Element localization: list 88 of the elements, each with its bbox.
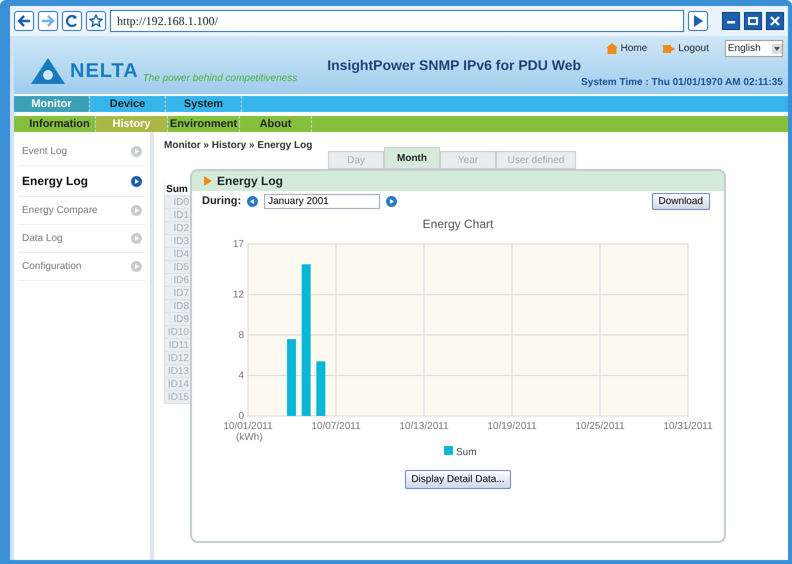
y-tick-label: 17: [232, 239, 244, 250]
id-tab[interactable]: ID14: [164, 378, 192, 391]
minimize-button[interactable]: [722, 12, 740, 30]
sidebar-item[interactable]: Energy Log: [18, 166, 146, 197]
sidebar-item[interactable]: Configuration: [18, 253, 146, 281]
id-tab[interactable]: ID12: [164, 352, 192, 365]
left-arrow-icon: [17, 15, 31, 27]
previous-icon[interactable]: [247, 196, 258, 207]
id-tab[interactable]: ID7: [164, 287, 192, 300]
id-tab[interactable]: ID0: [164, 196, 192, 209]
sidebar-item[interactable]: Energy Compare: [18, 197, 146, 225]
during-label: During:: [202, 194, 242, 210]
system-time: System Time : Thu 01/01/1970 AM 02:11:35: [581, 76, 783, 90]
arrow-circle-icon: [131, 205, 142, 216]
arrow-circle-icon: [131, 176, 142, 186]
tagline: The power behind competitiveness: [142, 72, 298, 86]
caret-icon: [772, 44, 782, 54]
breadcrumb: Monitor » History » Energy Log: [164, 139, 314, 153]
x-tick-label: 10/31/2011: [663, 421, 713, 432]
menu-tab[interactable]: Monitor: [14, 96, 90, 112]
sidebar-item[interactable]: Data Log: [18, 225, 146, 253]
language-dropdown[interactable]: English: [724, 40, 783, 57]
download-button[interactable]: Download: [652, 193, 710, 210]
id-tab[interactable]: ID2: [164, 222, 192, 235]
page-title: InsightPower SNMP IPv6 for PDU Web: [327, 56, 582, 75]
x-tick-label: 10/07/2011: [311, 421, 361, 432]
menu-tab[interactable]: System: [166, 96, 242, 112]
home-link[interactable]: Home: [606, 41, 648, 56]
favorite-button[interactable]: [86, 11, 106, 31]
id-tab[interactable]: Sum: [164, 183, 192, 196]
id-tab[interactable]: ID13: [164, 365, 192, 378]
refresh-icon: [66, 15, 78, 27]
maximize-button[interactable]: [744, 12, 762, 30]
house-icon: [606, 43, 618, 54]
maximize-icon: [747, 15, 759, 27]
arrow-circle-icon: [131, 261, 142, 272]
y-tick-label: 4: [238, 370, 244, 382]
next-icon[interactable]: [386, 196, 398, 207]
sidebar-item[interactable]: Event Log: [18, 138, 146, 166]
logo-text: NELTA: [70, 59, 139, 84]
star-icon: [89, 14, 103, 28]
close-button[interactable]: [766, 12, 784, 30]
id-tab[interactable]: ID9: [164, 313, 192, 326]
period-tab[interactable]: Year: [440, 151, 496, 169]
period-tab[interactable]: Day: [328, 151, 384, 169]
id-tab[interactable]: ID5: [164, 261, 192, 274]
back-button[interactable]: [14, 11, 34, 31]
right-arrow-icon: [41, 15, 55, 27]
address-field[interactable]: http://192.168.1.100/: [110, 10, 684, 32]
x-tick-label: 10/19/2011: [487, 421, 537, 432]
legend-label: Sum: [456, 447, 477, 458]
id-tab[interactable]: ID10: [164, 326, 192, 339]
period-tab[interactable]: User defined: [496, 151, 576, 169]
play-icon: [693, 15, 703, 27]
display-detail-button[interactable]: Display Detail Data...: [405, 470, 511, 489]
refresh-button[interactable]: [62, 11, 82, 31]
exit-icon: [663, 44, 676, 54]
triangle-logo-icon: [30, 57, 66, 85]
y-tick-label: 8: [238, 330, 244, 342]
id-tab[interactable]: ID1: [164, 209, 192, 222]
id-tab[interactable]: ID4: [164, 248, 192, 261]
submenu-tab[interactable]: History: [96, 116, 168, 132]
menu-tab[interactable]: Device: [90, 96, 166, 112]
chart-title: Energy Chart: [422, 217, 494, 231]
id-tab[interactable]: ID3: [164, 235, 192, 248]
submenu-tab[interactable]: Environment: [168, 116, 240, 132]
id-tab[interactable]: ID8: [164, 300, 192, 313]
panel-title: Energy Log: [217, 173, 284, 190]
go-button[interactable]: [688, 11, 708, 31]
logout-link[interactable]: Logout: [663, 41, 709, 56]
unit-label: (kWh): [236, 432, 263, 443]
id-tab[interactable]: ID6: [164, 274, 192, 287]
x-tick-label: 10/01/2011: [223, 421, 273, 432]
id-tab[interactable]: ID11: [164, 339, 192, 352]
submenu-tab[interactable]: About: [240, 116, 312, 132]
triangle-icon: [204, 176, 212, 186]
y-tick-label: 12: [232, 290, 244, 301]
arrow-circle-icon: [131, 233, 142, 244]
arrow-circle-icon: [131, 146, 142, 157]
period-tab[interactable]: Month: [384, 147, 440, 169]
close-icon: [769, 15, 781, 27]
x-tick-label: 10/25/2011: [575, 421, 625, 432]
x-tick-label: 10/13/2011: [399, 421, 449, 432]
date-field[interactable]: January 2001: [264, 194, 380, 209]
id-tab[interactable]: ID15: [164, 391, 192, 404]
forward-button[interactable]: [38, 11, 58, 31]
y-tick-label: 0: [238, 411, 244, 422]
legend-swatch: [444, 446, 453, 455]
